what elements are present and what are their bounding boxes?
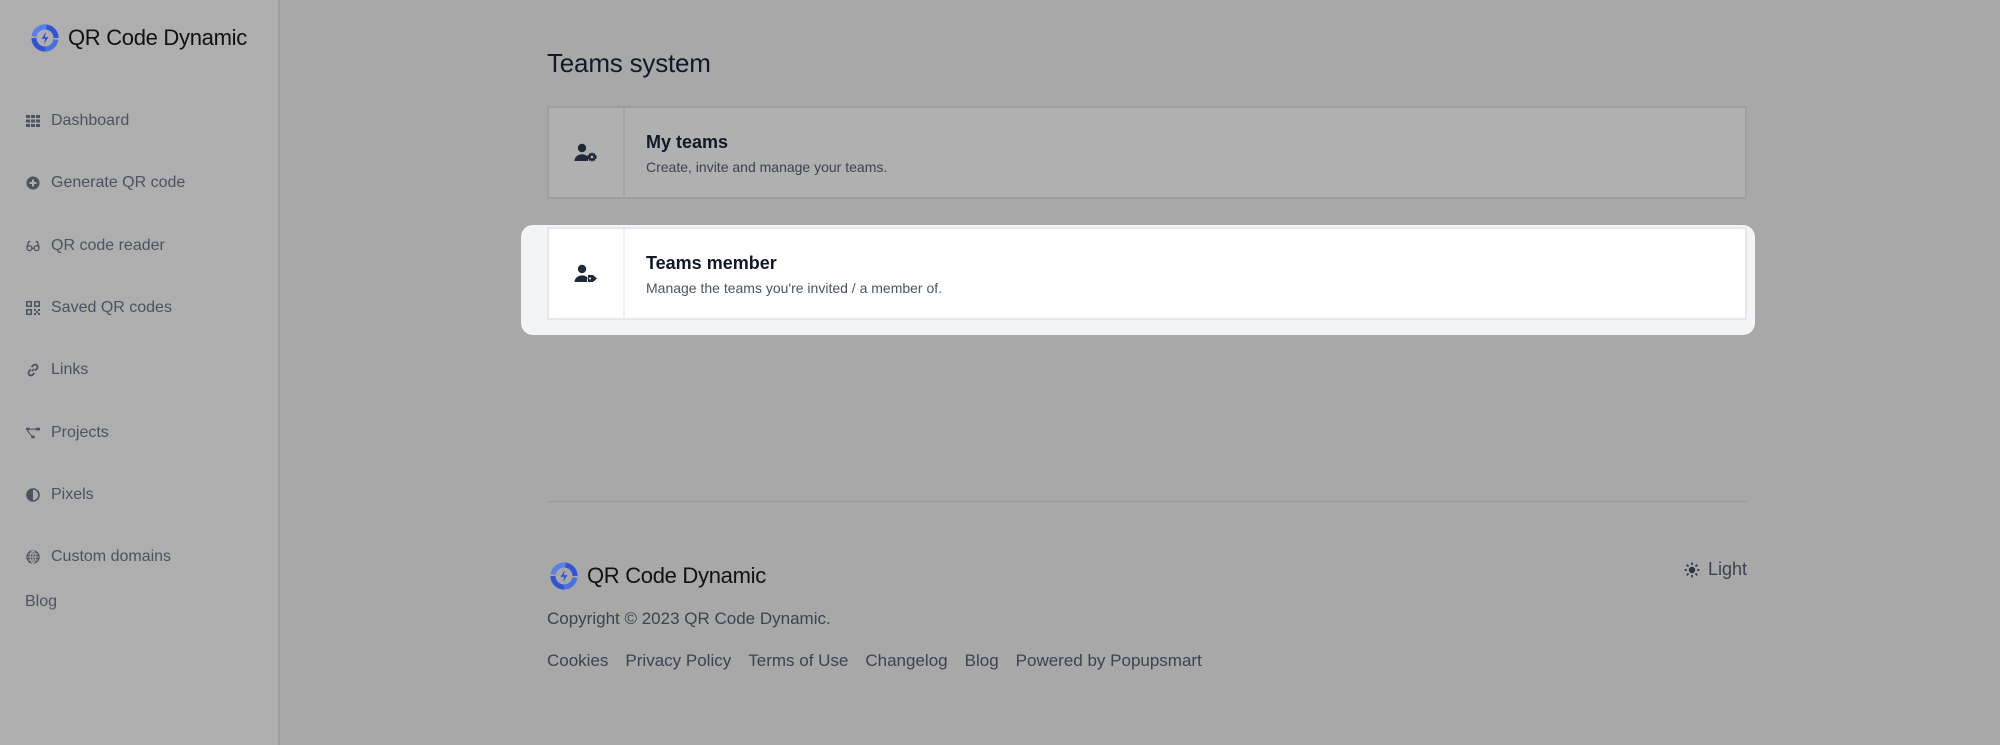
card-title: My teams — [646, 132, 729, 152]
sidebar-item-saved-qr-codes[interactable]: Saved QR codes — [25, 277, 185, 339]
card-description: Create, invite and manage your teams. — [646, 159, 888, 175]
user-tag-icon — [574, 264, 597, 282]
sidebar-item-generate-qr-code[interactable]: Generate QR code — [25, 152, 185, 214]
glasses-icon — [25, 238, 41, 254]
my-teams-card[interactable]: My teams Create, invite and manage your … — [547, 106, 1747, 199]
link-icon — [25, 362, 41, 378]
sidebar-item-label: Saved QR codes — [51, 299, 172, 317]
card-description: Manage the teams you're invited / a memb… — [646, 280, 943, 296]
sidebar-nav: Dashboard Generate QR code QR code reade… — [25, 90, 185, 588]
sidebar-item-label: Custom domains — [51, 548, 172, 566]
brand-name: QR Code Dynamic — [68, 25, 247, 50]
sidebar-item-blog[interactable]: Blog — [25, 593, 57, 611]
plus-circle-icon — [25, 175, 41, 191]
card-title: Teams member — [646, 253, 777, 273]
brand-logo-link[interactable]: QR Code Dynamic — [28, 21, 247, 55]
footer-link-changelog[interactable]: Changelog — [865, 651, 947, 671]
sidebar-item-qr-code-reader[interactable]: QR code reader — [25, 215, 185, 277]
sidebar-item-label: Generate QR code — [51, 174, 186, 192]
sidebar: QR Code Dynamic Dashboard Generate QR co… — [0, 0, 280, 745]
sidebar-item-dashboard[interactable]: Dashboard — [25, 90, 185, 152]
sidebar-item-projects[interactable]: Projects — [25, 401, 185, 463]
user-cog-icon — [574, 143, 597, 162]
project-diagram-icon — [25, 425, 41, 441]
theme-label: Light — [1707, 559, 1747, 579]
sun-icon — [1684, 562, 1700, 577]
footer-links: Cookies Privacy Policy Terms of Use Chan… — [547, 651, 1202, 671]
globe-icon — [25, 549, 41, 565]
brand-logo-icon — [31, 24, 59, 52]
sidebar-item-label: Projects — [51, 423, 109, 441]
page-title: Teams system — [547, 48, 711, 78]
adjust-icon — [25, 487, 41, 503]
footer-link-terms-of-use[interactable]: Terms of Use — [748, 651, 848, 671]
grid-icon — [25, 113, 41, 129]
footer-brand-link[interactable]: QR Code Dynamic — [547, 559, 766, 593]
qrcode-icon — [25, 300, 41, 316]
footer-link-cookies[interactable]: Cookies — [547, 651, 608, 671]
theme-toggle-button[interactable]: Light — [1684, 559, 1747, 580]
sidebar-item-label: Links — [51, 361, 89, 379]
footer-link-blog[interactable]: Blog — [965, 651, 999, 671]
footer-brand-name: QR Code Dynamic — [587, 563, 766, 588]
sidebar-item-label: Dashboard — [51, 112, 130, 130]
sidebar-item-label: QR code reader — [51, 236, 165, 254]
footer-divider — [547, 501, 1747, 502]
sidebar-item-pixels[interactable]: Pixels — [25, 464, 185, 526]
brand-logo-icon — [550, 562, 578, 590]
footer-link-privacy-policy[interactable]: Privacy Policy — [625, 651, 731, 671]
teams-member-card[interactable]: Teams member Manage the teams you're inv… — [547, 227, 1747, 320]
sidebar-item-label: Pixels — [51, 485, 94, 503]
sidebar-item-links[interactable]: Links — [25, 339, 185, 401]
footer-link-powered-by[interactable]: Powered by Popupsmart — [1016, 651, 1202, 671]
copyright-text: Copyright © 2023 QR Code Dynamic. — [547, 609, 831, 628]
sidebar-item-custom-domains[interactable]: Custom domains — [25, 526, 185, 588]
